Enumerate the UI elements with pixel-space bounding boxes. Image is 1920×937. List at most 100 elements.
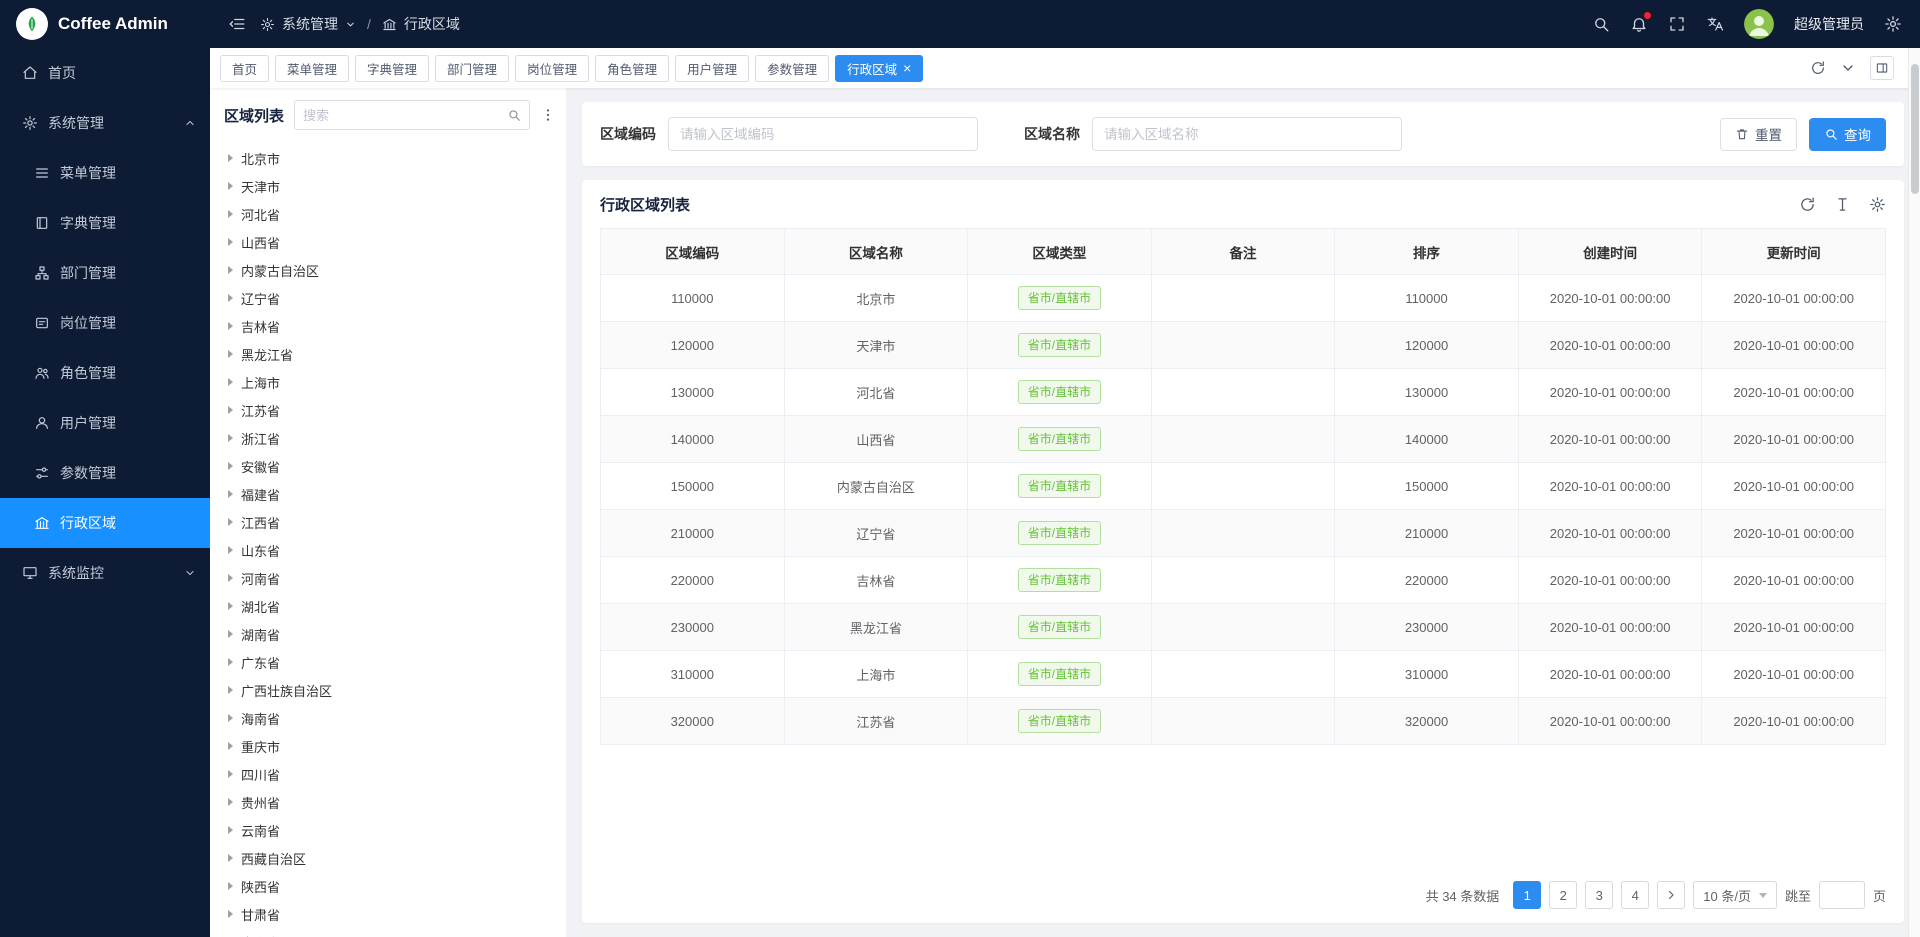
sidebar-item[interactable]: 角色管理 bbox=[0, 348, 210, 398]
refresh-icon[interactable] bbox=[1799, 196, 1816, 213]
caret-right-icon[interactable] bbox=[228, 854, 233, 862]
tab-item[interactable]: 用户管理 bbox=[675, 55, 749, 82]
tree-item[interactable]: 浙江省 bbox=[216, 424, 564, 452]
tree-item[interactable]: 福建省 bbox=[216, 480, 564, 508]
caret-right-icon[interactable] bbox=[228, 574, 233, 582]
sidebar-item[interactable]: 部门管理 bbox=[0, 248, 210, 298]
caret-right-icon[interactable] bbox=[228, 378, 233, 386]
search-icon[interactable] bbox=[507, 108, 521, 122]
tree-item[interactable]: 北京市 bbox=[216, 144, 564, 172]
caret-right-icon[interactable] bbox=[228, 658, 233, 666]
caret-right-icon[interactable] bbox=[228, 686, 233, 694]
tree-item[interactable]: 上海市 bbox=[216, 368, 564, 396]
tab-item[interactable]: 字典管理 bbox=[355, 55, 429, 82]
tree-item[interactable]: 青海省 bbox=[216, 928, 564, 937]
fullscreen-icon[interactable] bbox=[1668, 15, 1686, 33]
sidebar-item-home[interactable]: 首页 bbox=[0, 48, 210, 98]
tree-item[interactable]: 山西省 bbox=[216, 228, 564, 256]
caret-right-icon[interactable] bbox=[228, 602, 233, 610]
column-settings-gear-icon[interactable] bbox=[1869, 196, 1886, 213]
tree-item[interactable]: 内蒙古自治区 bbox=[216, 256, 564, 284]
page-button[interactable]: 1 bbox=[1513, 881, 1541, 909]
table-row[interactable]: 130000河北省省市/直辖市1300002020-10-01 00:00:00… bbox=[601, 369, 1886, 416]
settings-gear-icon[interactable] bbox=[1884, 15, 1902, 33]
layout-toggle-icon[interactable] bbox=[1870, 56, 1894, 80]
chevron-down-icon[interactable] bbox=[1840, 60, 1856, 76]
caret-right-icon[interactable] bbox=[228, 630, 233, 638]
tree-item[interactable]: 云南省 bbox=[216, 816, 564, 844]
tree-item[interactable]: 重庆市 bbox=[216, 732, 564, 760]
tab-item[interactable]: 参数管理 bbox=[755, 55, 829, 82]
caret-right-icon[interactable] bbox=[228, 798, 233, 806]
table-row[interactable]: 120000天津市省市/直辖市1200002020-10-01 00:00:00… bbox=[601, 322, 1886, 369]
sidebar-collapse-icon[interactable] bbox=[228, 15, 246, 33]
caret-right-icon[interactable] bbox=[228, 518, 233, 526]
page-button[interactable]: 3 bbox=[1585, 881, 1613, 909]
tree-item[interactable]: 湖南省 bbox=[216, 620, 564, 648]
sidebar-group-monitor[interactable]: 系统监控 bbox=[0, 548, 210, 598]
tree-search-input[interactable] bbox=[303, 108, 501, 123]
tree-item[interactable]: 贵州省 bbox=[216, 788, 564, 816]
caret-right-icon[interactable] bbox=[228, 714, 233, 722]
breadcrumb-parent[interactable]: 系统管理 bbox=[282, 14, 338, 34]
tab-item[interactable]: 部门管理 bbox=[435, 55, 509, 82]
table-row[interactable]: 310000上海市省市/直辖市3100002020-10-01 00:00:00… bbox=[601, 651, 1886, 698]
tree-item[interactable]: 吉林省 bbox=[216, 312, 564, 340]
tree-item[interactable]: 黑龙江省 bbox=[216, 340, 564, 368]
region-name-input[interactable] bbox=[1092, 117, 1402, 151]
caret-right-icon[interactable] bbox=[228, 882, 233, 890]
tree-item[interactable]: 广东省 bbox=[216, 648, 564, 676]
next-page-button[interactable] bbox=[1657, 881, 1685, 909]
tree-item[interactable]: 广西壮族自治区 bbox=[216, 676, 564, 704]
table-row[interactable]: 150000内蒙古自治区省市/直辖市1500002020-10-01 00:00… bbox=[601, 463, 1886, 510]
tree-item[interactable]: 湖北省 bbox=[216, 592, 564, 620]
table-row[interactable]: 210000辽宁省省市/直辖市2100002020-10-01 00:00:00… bbox=[601, 510, 1886, 557]
sidebar-item[interactable]: 行政区域 bbox=[0, 498, 210, 548]
caret-right-icon[interactable] bbox=[228, 462, 233, 470]
table-row[interactable]: 230000黑龙江省省市/直辖市2300002020-10-01 00:00:0… bbox=[601, 604, 1886, 651]
table-row[interactable]: 140000山西省省市/直辖市1400002020-10-01 00:00:00… bbox=[601, 416, 1886, 463]
tree-item[interactable]: 江西省 bbox=[216, 508, 564, 536]
row-height-icon[interactable] bbox=[1834, 196, 1851, 213]
search-button[interactable]: 查询 bbox=[1809, 118, 1886, 151]
search-icon[interactable] bbox=[1592, 15, 1610, 33]
caret-right-icon[interactable] bbox=[228, 294, 233, 302]
tab-item[interactable]: 菜单管理 bbox=[275, 55, 349, 82]
tree-item[interactable]: 陕西省 bbox=[216, 872, 564, 900]
caret-right-icon[interactable] bbox=[228, 434, 233, 442]
caret-right-icon[interactable] bbox=[228, 826, 233, 834]
tree-item[interactable]: 海南省 bbox=[216, 704, 564, 732]
avatar[interactable] bbox=[1744, 9, 1774, 39]
caret-right-icon[interactable] bbox=[228, 350, 233, 358]
user-name[interactable]: 超级管理员 bbox=[1794, 14, 1864, 34]
tab-item[interactable]: 行政区域× bbox=[835, 55, 923, 82]
region-code-input[interactable] bbox=[668, 117, 978, 151]
translate-icon[interactable] bbox=[1706, 15, 1724, 33]
sidebar-group-system[interactable]: 系统管理 bbox=[0, 98, 210, 148]
tree-item[interactable]: 甘肃省 bbox=[216, 900, 564, 928]
tab-item[interactable]: 角色管理 bbox=[595, 55, 669, 82]
page-button[interactable]: 4 bbox=[1621, 881, 1649, 909]
caret-right-icon[interactable] bbox=[228, 910, 233, 918]
tree-item[interactable]: 西藏自治区 bbox=[216, 844, 564, 872]
scrollbar-thumb[interactable] bbox=[1911, 64, 1919, 194]
tree-item[interactable]: 河北省 bbox=[216, 200, 564, 228]
sidebar-item[interactable]: 用户管理 bbox=[0, 398, 210, 448]
caret-right-icon[interactable] bbox=[228, 210, 233, 218]
caret-right-icon[interactable] bbox=[228, 154, 233, 162]
caret-right-icon[interactable] bbox=[228, 406, 233, 414]
tab-close-icon[interactable]: × bbox=[903, 61, 911, 75]
table-row[interactable]: 220000吉林省省市/直辖市2200002020-10-01 00:00:00… bbox=[601, 557, 1886, 604]
tree-item[interactable]: 辽宁省 bbox=[216, 284, 564, 312]
notification-bell-icon[interactable] bbox=[1630, 15, 1648, 33]
refresh-icon[interactable] bbox=[1810, 60, 1826, 76]
caret-right-icon[interactable] bbox=[228, 546, 233, 554]
jump-page-input[interactable] bbox=[1819, 881, 1865, 909]
tree-item[interactable]: 山东省 bbox=[216, 536, 564, 564]
page-button[interactable]: 2 bbox=[1549, 881, 1577, 909]
caret-right-icon[interactable] bbox=[228, 742, 233, 750]
tab-item[interactable]: 首页 bbox=[220, 55, 269, 82]
more-options-icon[interactable] bbox=[540, 107, 556, 123]
tree-item[interactable]: 四川省 bbox=[216, 760, 564, 788]
tab-item[interactable]: 岗位管理 bbox=[515, 55, 589, 82]
